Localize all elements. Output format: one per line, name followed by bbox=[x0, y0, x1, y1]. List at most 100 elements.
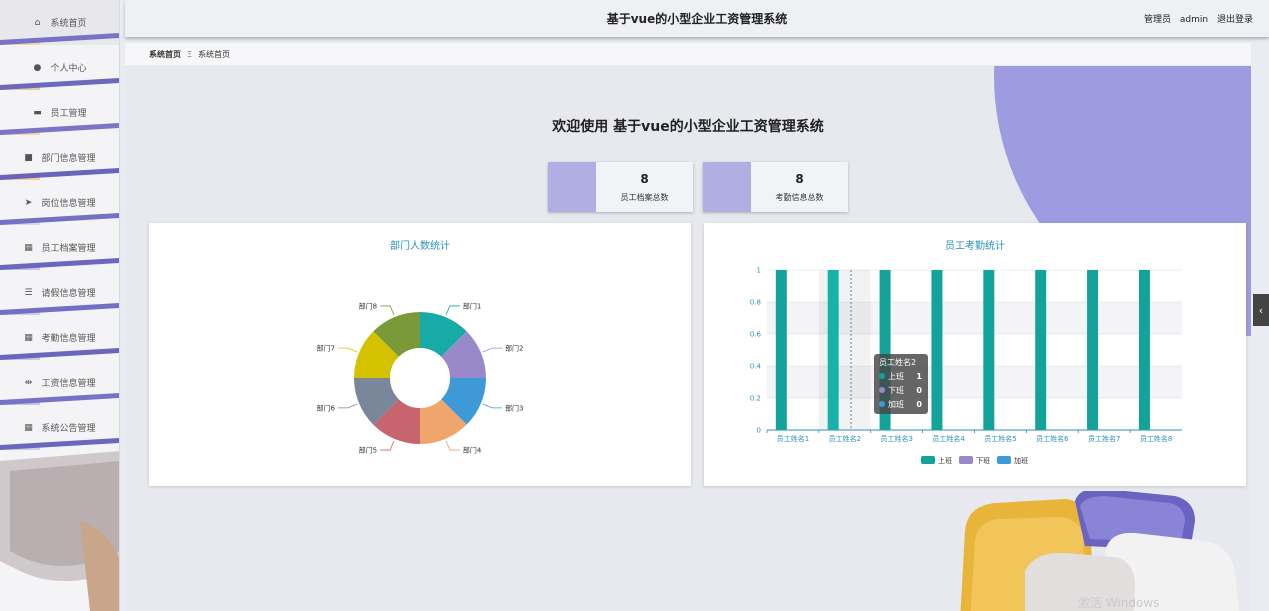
pie-chart-card: 部门人数统计 部门1 部门2 部门3 部门4 部门5 部门6 部门7 部门8 bbox=[149, 223, 691, 486]
stat-value: 8 bbox=[795, 171, 804, 186]
breadcrumb: 系统首页 Ξ 系统首页 bbox=[125, 43, 1251, 65]
bar[interactable] bbox=[775, 270, 787, 430]
stat-label: 考勤信息总数 bbox=[775, 192, 824, 202]
stat-icon-block bbox=[703, 162, 751, 212]
legend-label[interactable]: 下班 bbox=[976, 456, 990, 465]
legend-swatch[interactable] bbox=[997, 456, 1011, 464]
logout-link[interactable]: 退出登录 bbox=[1217, 15, 1253, 25]
bar[interactable] bbox=[1035, 270, 1047, 430]
tooltip-row-value: 1 bbox=[916, 372, 922, 381]
stat-label: 员工档案总数 bbox=[620, 192, 669, 202]
sidebar-item[interactable]: ▦ 员工档案管理 bbox=[0, 225, 119, 270]
sidebar-item[interactable]: ☰ 请假信息管理 bbox=[0, 270, 119, 315]
x-tick-label: 员工姓名7 bbox=[1088, 434, 1120, 443]
sidebar-stripe-decoration bbox=[0, 258, 119, 270]
home-icon: ⌂ bbox=[34, 17, 41, 28]
y-tick-label: 0.2 bbox=[750, 395, 761, 403]
tooltip-row-value: 0 bbox=[916, 386, 922, 395]
windows-activation-watermark: 激活 Windows bbox=[1078, 596, 1160, 610]
sidebar-item[interactable]: ▦ 考勤信息管理 bbox=[0, 315, 119, 360]
sidebar-item[interactable]: ➤ 岗位信息管理 bbox=[0, 180, 119, 225]
sidebar-item-label: 考勤信息管理 bbox=[41, 334, 96, 344]
collapse-handle[interactable]: ‹ bbox=[1253, 294, 1269, 326]
top-header: 基于vue的小型企业工资管理系统 管理员 admin 退出登录 bbox=[125, 0, 1269, 37]
pie-label: 部门2 bbox=[505, 344, 523, 353]
y-tick-label: 0.8 bbox=[750, 299, 761, 307]
sidebar-item-label: 请假信息管理 bbox=[41, 289, 96, 299]
sidebar-item-label: 岗位信息管理 bbox=[41, 199, 96, 209]
grid-icon: ▦ bbox=[24, 242, 33, 253]
x-tick-label: 员工姓名8 bbox=[1140, 434, 1172, 443]
tooltip-row-name: 加班 bbox=[888, 399, 904, 409]
hover-highlight bbox=[818, 270, 871, 430]
sidebar-item-label: 个人中心 bbox=[50, 64, 87, 74]
username: admin bbox=[1179, 15, 1209, 25]
sidebar-item[interactable]: ⇹ 工资信息管理 bbox=[0, 360, 119, 405]
x-tick-label: 员工姓名2 bbox=[829, 434, 861, 443]
tooltip-dot bbox=[879, 373, 885, 379]
pie-label-line bbox=[482, 347, 503, 353]
chart-tooltip: 员工姓名2 上班 1 下班 0 加班 0 bbox=[874, 354, 928, 414]
folder-icon: ■ bbox=[24, 152, 33, 163]
sidebar-item[interactable]: ● 个人中心 bbox=[0, 45, 119, 90]
breadcrumb-current: 系统首页 bbox=[198, 49, 231, 59]
pie-label-line bbox=[337, 347, 358, 353]
pie-label-line bbox=[380, 305, 395, 316]
chat-icon: ▬ bbox=[33, 107, 42, 118]
x-tick-label: 员工姓名5 bbox=[984, 434, 1016, 443]
legend-label[interactable]: 上班 bbox=[938, 456, 952, 465]
department-pie-chart[interactable]: 部门1 部门2 部门3 部门4 部门5 部门6 部门7 部门8 bbox=[149, 223, 691, 486]
grid-icon: ▦ bbox=[24, 332, 33, 343]
sidebar-item[interactable]: ⌂ 系统首页 bbox=[0, 0, 119, 45]
y-tick-label: 1 bbox=[757, 267, 761, 275]
pie-label-line bbox=[445, 440, 460, 451]
bar[interactable] bbox=[1138, 270, 1150, 430]
list-icon: ☰ bbox=[24, 287, 33, 298]
sidebar-item[interactable]: ■ 部门信息管理 bbox=[0, 135, 119, 180]
sidebar-stripe-decoration bbox=[0, 348, 119, 360]
sidebar: ⌂ 系统首页 ● 个人中心 ▬ 员工管理 ■ 部门信息管理 ➤ 岗位信息管理 ▦ 员工档案管理 ☰ 请假信… bbox=[0, 0, 120, 611]
x-tick-label: 员工姓名4 bbox=[932, 434, 965, 443]
y-tick-label: 0.6 bbox=[750, 331, 762, 339]
y-tick-label: 0.4 bbox=[750, 363, 762, 371]
sidebar-menu: ⌂ 系统首页 ● 个人中心 ▬ 员工管理 ■ 部门信息管理 ➤ 岗位信息管理 ▦ 员工档案管理 ☰ 请假信… bbox=[0, 0, 119, 450]
pie-label-line bbox=[482, 403, 503, 409]
tooltip-dot bbox=[879, 387, 885, 393]
user-area: 管理员 admin 退出登录 bbox=[1138, 12, 1253, 25]
x-tick-label: 员工姓名3 bbox=[880, 434, 912, 443]
user-icon: ● bbox=[33, 62, 42, 73]
pie-label: 部门3 bbox=[505, 403, 523, 412]
pie-label-line bbox=[445, 305, 460, 316]
attendance-bar-chart[interactable]: 0 0.2 0.4 0.6 0.8 1 员工姓名1 员工姓名2 员工姓名3 员工姓名4 员工姓名5 员… bbox=[704, 223, 1246, 486]
sidebar-item-label: 系统首页 bbox=[50, 19, 87, 29]
sidebar-item-label: 部门信息管理 bbox=[41, 154, 96, 164]
legend-label[interactable]: 加班 bbox=[1014, 456, 1028, 465]
sidebar-item-label: 员工管理 bbox=[50, 109, 87, 119]
sidebar-item-label: 员工档案管理 bbox=[41, 244, 96, 254]
sidebar-stripe-decoration bbox=[0, 33, 119, 45]
breadcrumb-home[interactable]: 系统首页 bbox=[149, 49, 181, 60]
sidebar-item-label: 工资信息管理 bbox=[41, 379, 96, 389]
bar[interactable] bbox=[931, 270, 943, 430]
tooltip-row-name: 上班 bbox=[888, 371, 904, 381]
tooltip-row-name: 下班 bbox=[888, 385, 904, 395]
bar[interactable] bbox=[1087, 270, 1099, 430]
pie-label: 部门5 bbox=[359, 446, 377, 455]
pie-label-line bbox=[337, 403, 358, 409]
sidebar-item[interactable]: ▬ 员工管理 bbox=[0, 90, 119, 135]
pie-label: 部门1 bbox=[463, 301, 481, 310]
main-content: 欢迎使用 基于vue的小型企业工资管理系统 8 员工档案总数 8 考勤信息总数 … bbox=[125, 66, 1251, 611]
sidebar-stripe-decoration bbox=[0, 303, 119, 315]
app-title: 基于vue的小型企业工资管理系统 bbox=[606, 12, 788, 26]
tooltip-dot bbox=[879, 401, 885, 407]
pie-label: 部门6 bbox=[316, 403, 335, 412]
pie-label: 部门7 bbox=[316, 344, 334, 353]
legend-swatch[interactable] bbox=[921, 456, 935, 464]
sidebar-stripe-decoration bbox=[0, 123, 119, 135]
tooltip-row-value: 0 bbox=[916, 400, 922, 409]
bar[interactable] bbox=[827, 270, 839, 430]
sidebar-stripe-decoration bbox=[0, 213, 119, 225]
legend-swatch[interactable] bbox=[959, 456, 973, 464]
stat-card-employee-records: 8 员工档案总数 bbox=[548, 162, 693, 212]
bar[interactable] bbox=[983, 270, 995, 430]
